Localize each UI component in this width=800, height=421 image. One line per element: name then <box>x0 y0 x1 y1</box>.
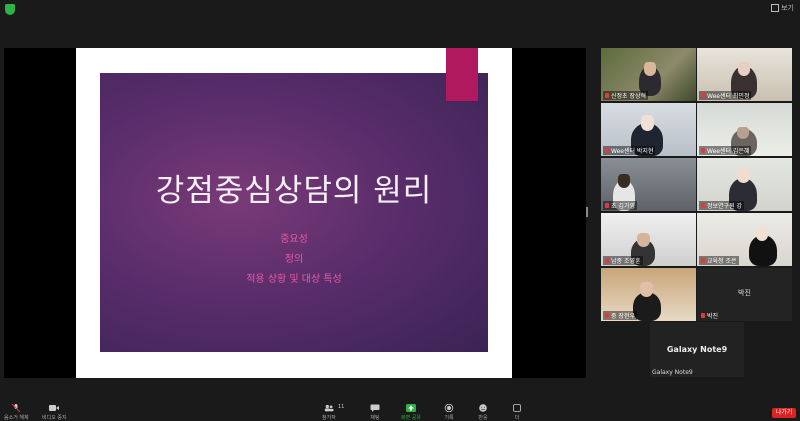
participant-name: 정보연구원 강 <box>699 201 745 210</box>
record-icon <box>444 404 454 412</box>
participant-center-name: 박진 <box>738 289 751 297</box>
share-screen-icon <box>406 404 416 412</box>
slide-bullet-list: 중요성 정의 적용 상황 및 대상 특성 <box>100 230 488 290</box>
participant-name: 초 김가영 <box>603 201 637 210</box>
participant-tile[interactable]: Wee센터 박지현 <box>601 103 696 156</box>
reactions-button[interactable]: 반응 <box>478 404 488 421</box>
slide-item: 적용 상황 및 대상 특성 <box>246 274 342 285</box>
slide-item: 정의 <box>284 254 304 265</box>
mic-muted-icon <box>605 93 609 98</box>
mic-muted-icon <box>11 404 21 412</box>
slide-title: 강점중심상담의 원리 <box>155 173 433 209</box>
participant-tile-active-speaker[interactable]: 정보연구원 강 <box>697 158 792 211</box>
mic-muted-icon <box>605 258 609 263</box>
device-name: Galaxy Note9 <box>652 369 693 376</box>
meeting-toolbar <box>0 400 800 421</box>
participant-name: 신정초 장상혁 <box>603 91 649 100</box>
participants-count: 11 <box>338 404 345 410</box>
people-icon <box>324 404 334 412</box>
video-button[interactable]: 비디오 중지 <box>42 404 67 421</box>
share-screen-button[interactable]: 화면 공유 <box>401 404 421 421</box>
view-button[interactable]: 보기 <box>771 3 794 13</box>
mic-muted-icon <box>605 203 609 208</box>
participant-tile[interactable]: 교육청 조은 <box>697 213 792 266</box>
participant-tile[interactable]: 남중 조영훈 <box>601 213 696 266</box>
mic-muted-icon <box>701 258 705 263</box>
participant-name: Wee센터 최민정 <box>699 91 752 100</box>
participant-tile[interactable]: 중 장현우 <box>601 268 696 321</box>
security-shield-icon[interactable] <box>5 4 15 15</box>
more-icon <box>513 404 521 412</box>
mic-muted-icon <box>701 93 705 98</box>
participants-button[interactable]: 참가자 <box>322 404 336 421</box>
participant-tile[interactable]: Wee센터 김은혜 <box>697 103 792 156</box>
participant-tile[interactable]: Wee센터 최민정 <box>697 48 792 101</box>
slide-content <box>100 73 488 352</box>
more-button[interactable]: 더 <box>512 404 522 421</box>
mic-muted-icon <box>701 148 705 153</box>
slide-item: 중요성 <box>280 234 308 245</box>
participant-tile[interactable]: 초 김가영 <box>601 158 696 211</box>
splitter-handle[interactable] <box>586 207 588 217</box>
participant-name: 박진 <box>699 311 720 320</box>
mic-muted-icon <box>701 203 705 208</box>
participant-name: Wee센터 박지현 <box>603 146 656 155</box>
view-label: 보기 <box>781 4 794 12</box>
device-center-name: Galaxy Note9 <box>666 345 728 354</box>
smiley-icon <box>479 404 487 412</box>
device-tile[interactable]: Galaxy Note9 Galaxy Note9 <box>650 322 744 377</box>
chat-bubble-icon <box>370 404 380 412</box>
record-button[interactable]: 기록 <box>444 404 454 421</box>
chat-button[interactable]: 채팅 <box>370 404 380 421</box>
top-bar: 보기 <box>0 0 800 18</box>
grid-view-icon <box>771 4 780 12</box>
participant-tile[interactable]: 박진 박진 <box>697 268 792 321</box>
mic-muted-icon <box>605 313 609 318</box>
participant-name: 중 장현우 <box>603 311 637 320</box>
leave-button[interactable]: 나가기 <box>772 408 796 418</box>
participant-name: Wee센터 김은혜 <box>699 146 752 155</box>
mic-muted-icon <box>605 148 609 153</box>
participant-name: 남중 조영훈 <box>603 256 643 265</box>
mute-button[interactable]: 음소거 해제 <box>4 404 29 421</box>
video-camera-icon <box>49 405 60 411</box>
slide-accent-tab <box>446 48 478 101</box>
participant-name: 교육청 조은 <box>699 256 739 265</box>
mic-muted-icon <box>701 313 705 318</box>
participant-tile[interactable]: 신정초 장상혁 <box>601 48 696 101</box>
